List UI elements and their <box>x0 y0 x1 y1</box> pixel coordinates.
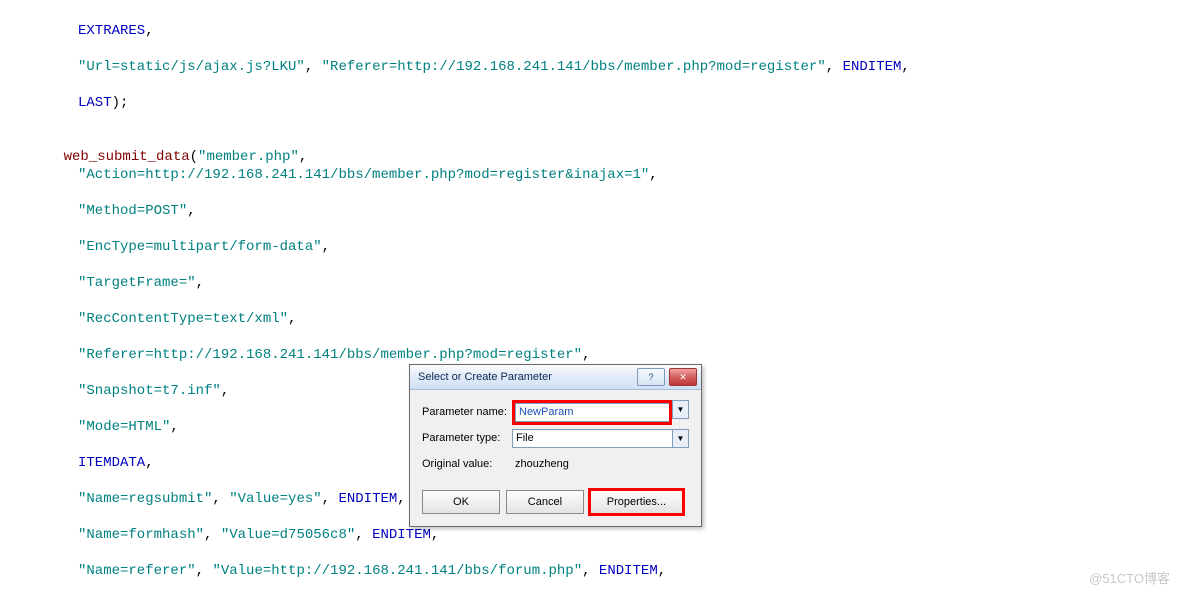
token-method: "Method=POST" <box>78 203 187 219</box>
help-button[interactable]: ? <box>637 368 665 386</box>
label-parameter-type: Parameter type: <box>422 432 512 444</box>
token-v-formhash: "Value=d75056c8" <box>221 527 355 543</box>
dialog-titlebar[interactable]: Select or Create Parameter ? ✕ <box>410 365 701 390</box>
parameter-dialog: Select or Create Parameter ? ✕ Parameter… <box>409 364 702 527</box>
token-reccontent: "RecContentType=text/xml" <box>78 311 288 327</box>
token-v-referer: "Value=http://192.168.241.141/bbs/forum.… <box>212 563 582 579</box>
token-enditem: ENDITEM <box>599 563 658 579</box>
original-value-text <box>512 455 689 474</box>
token-n-formhash: "Name=formhash" <box>78 527 204 543</box>
token-targetframe: "TargetFrame=" <box>78 275 196 291</box>
token-url-static: "Url=static/js/ajax.js?LKU" <box>78 59 305 75</box>
token-referer2: "Referer=http://192.168.241.141/bbs/memb… <box>78 347 582 363</box>
token-last: LAST <box>78 95 112 111</box>
close-icon: ✕ <box>679 372 687 383</box>
properties-button[interactable]: Properties... <box>590 490 683 514</box>
token-web-submit: web_submit_data <box>64 149 190 165</box>
ok-button[interactable]: OK <box>422 490 500 514</box>
parameter-name-dropdown-arrow[interactable]: ▼ <box>672 400 689 419</box>
token-enctype: "EncType=multipart/form-data" <box>78 239 322 255</box>
ok-label: OK <box>453 496 469 508</box>
token-snapshot: "Snapshot=t7.inf" <box>78 383 221 399</box>
token-referer1: "Referer=http://192.168.241.141/bbs/memb… <box>322 59 826 75</box>
token-enditem: ENDITEM <box>338 491 397 507</box>
label-original-value: Original value: <box>422 458 512 470</box>
token-n-referer: "Name=referer" <box>78 563 196 579</box>
close-button[interactable]: ✕ <box>669 368 697 386</box>
cancel-button[interactable]: Cancel <box>506 490 584 514</box>
dialog-title-text: Select or Create Parameter <box>418 371 552 383</box>
watermark-text: @51CTO博客 <box>1089 568 1170 587</box>
token-enditem: ENDITEM <box>843 59 902 75</box>
parameter-name-input[interactable] <box>515 403 669 422</box>
label-parameter-name: Parameter name: <box>422 406 512 418</box>
token-itemdata: ITEMDATA <box>78 455 145 471</box>
token-enditem: ENDITEM <box>372 527 431 543</box>
token-action: "Action=http://192.168.241.141/bbs/membe… <box>78 167 649 183</box>
properties-label: Properties... <box>607 496 666 508</box>
token-extrares: EXTRARES <box>78 23 145 39</box>
help-icon: ? <box>648 372 653 382</box>
token-v-yes: "Value=yes" <box>229 491 321 507</box>
token-n-regsubmit: "Name=regsubmit" <box>78 491 212 507</box>
chevron-down-icon: ▼ <box>677 405 685 414</box>
parameter-type-dropdown-arrow[interactable]: ▼ <box>672 429 689 448</box>
token-mode: "Mode=HTML" <box>78 419 170 435</box>
token-memberphp: "member.php" <box>198 149 299 165</box>
parameter-type-select[interactable] <box>512 429 672 448</box>
cancel-label: Cancel <box>528 496 562 508</box>
chevron-down-icon: ▼ <box>677 434 685 443</box>
